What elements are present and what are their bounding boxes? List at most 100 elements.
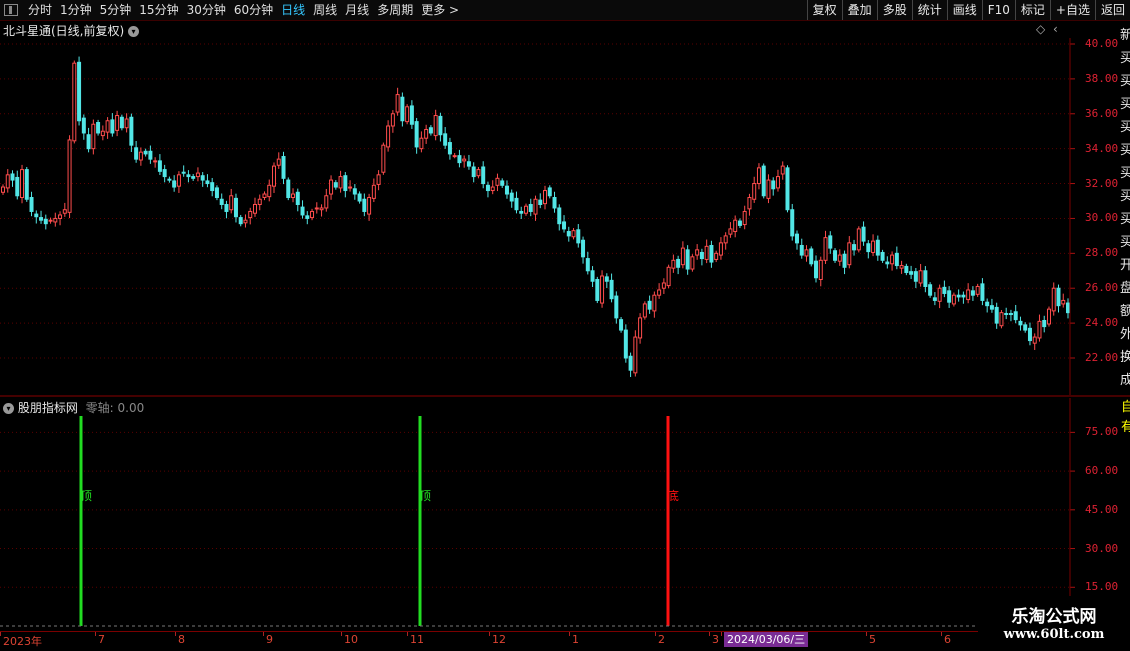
candle bbox=[704, 239, 709, 264]
indicator-y-tick-label: 60.00 bbox=[1085, 464, 1119, 478]
candle bbox=[785, 165, 790, 213]
date-label: 11 bbox=[410, 633, 424, 646]
price-chart[interactable] bbox=[0, 0, 1130, 650]
signal-label: 顶 bbox=[80, 489, 93, 503]
candle bbox=[790, 203, 795, 241]
candle bbox=[552, 191, 557, 213]
candle bbox=[980, 278, 985, 306]
candle bbox=[295, 188, 300, 212]
candle bbox=[856, 226, 861, 253]
y-tick-label: 28.00 bbox=[1085, 246, 1119, 260]
candle bbox=[709, 240, 714, 268]
candle bbox=[966, 283, 971, 304]
candle bbox=[329, 175, 334, 200]
date-tick bbox=[866, 632, 867, 636]
candle bbox=[495, 173, 500, 192]
candle bbox=[695, 244, 700, 260]
candle bbox=[1027, 322, 1032, 346]
candle bbox=[1008, 309, 1013, 322]
candle bbox=[899, 260, 904, 274]
candle bbox=[699, 248, 704, 266]
candle bbox=[452, 153, 457, 159]
candle bbox=[1018, 316, 1023, 331]
candle bbox=[814, 255, 819, 283]
candle bbox=[10, 170, 15, 187]
indicator-y-tick-label: 75.00 bbox=[1085, 425, 1119, 439]
y-tick-label: 36.00 bbox=[1085, 106, 1119, 120]
candle bbox=[714, 250, 719, 263]
chevron-down-icon[interactable]: ▾ bbox=[3, 403, 14, 414]
candle bbox=[338, 170, 343, 193]
candle bbox=[405, 104, 410, 125]
candle bbox=[77, 56, 82, 126]
candle bbox=[58, 211, 63, 226]
candle bbox=[1032, 333, 1037, 350]
candle bbox=[604, 273, 609, 289]
candle bbox=[547, 185, 552, 199]
candle bbox=[842, 250, 847, 275]
candle bbox=[1037, 314, 1042, 342]
candle bbox=[386, 120, 391, 152]
candle bbox=[134, 140, 139, 163]
candle bbox=[305, 211, 310, 225]
candle bbox=[157, 154, 162, 176]
candle bbox=[314, 202, 319, 214]
candle bbox=[538, 193, 543, 209]
y-tick-label: 38.00 bbox=[1085, 71, 1119, 85]
candle bbox=[219, 193, 224, 210]
candle bbox=[1004, 307, 1009, 320]
date-label: 6 bbox=[944, 633, 951, 646]
date-label: 8 bbox=[178, 633, 185, 646]
side-panel-text: 新 买 买 买 买 买 买 买 买 买 开 盘 额 外 换 成 bbox=[1120, 28, 1130, 388]
candle bbox=[780, 161, 785, 180]
y-tick-label: 22.00 bbox=[1085, 351, 1119, 364]
candle bbox=[747, 193, 752, 216]
candle bbox=[352, 184, 357, 200]
candle bbox=[523, 203, 528, 216]
candle bbox=[509, 189, 514, 208]
candle bbox=[124, 113, 129, 133]
candle bbox=[143, 148, 148, 157]
candle bbox=[43, 214, 48, 230]
candle bbox=[956, 289, 961, 302]
candle bbox=[937, 284, 942, 309]
candle bbox=[110, 113, 115, 137]
date-label: 1 bbox=[572, 633, 579, 646]
indicator-title-row: ▾ 股朋指标网 零轴: 0.00 bbox=[3, 399, 144, 416]
candle bbox=[138, 147, 143, 166]
candle bbox=[500, 178, 505, 188]
candle bbox=[890, 251, 895, 271]
candle bbox=[1013, 304, 1018, 324]
signal-label: 底 bbox=[667, 489, 680, 503]
date-tick bbox=[175, 632, 176, 636]
candle bbox=[466, 154, 471, 170]
candle bbox=[248, 207, 253, 225]
candle bbox=[633, 330, 638, 377]
candle bbox=[562, 215, 567, 233]
candle bbox=[866, 240, 871, 259]
candle bbox=[191, 173, 196, 181]
candle bbox=[62, 202, 67, 217]
candle bbox=[319, 204, 324, 217]
candle bbox=[528, 198, 533, 217]
candle bbox=[91, 119, 96, 155]
candle bbox=[233, 193, 238, 223]
candle bbox=[519, 206, 524, 219]
candle bbox=[205, 174, 210, 188]
candle bbox=[176, 171, 181, 193]
candle bbox=[657, 283, 662, 299]
candle bbox=[447, 137, 452, 160]
candle bbox=[181, 165, 186, 177]
candle bbox=[742, 205, 747, 230]
candle bbox=[833, 248, 838, 263]
indicator-y-tick-label: 45.00 bbox=[1085, 502, 1119, 516]
candle bbox=[823, 230, 828, 264]
candle bbox=[680, 241, 685, 269]
candle bbox=[48, 217, 53, 224]
candle bbox=[200, 172, 205, 187]
candle bbox=[585, 251, 590, 275]
candle bbox=[514, 191, 519, 214]
y-tick-label: 34.00 bbox=[1085, 141, 1119, 155]
candle bbox=[761, 163, 766, 199]
candle bbox=[904, 263, 909, 276]
